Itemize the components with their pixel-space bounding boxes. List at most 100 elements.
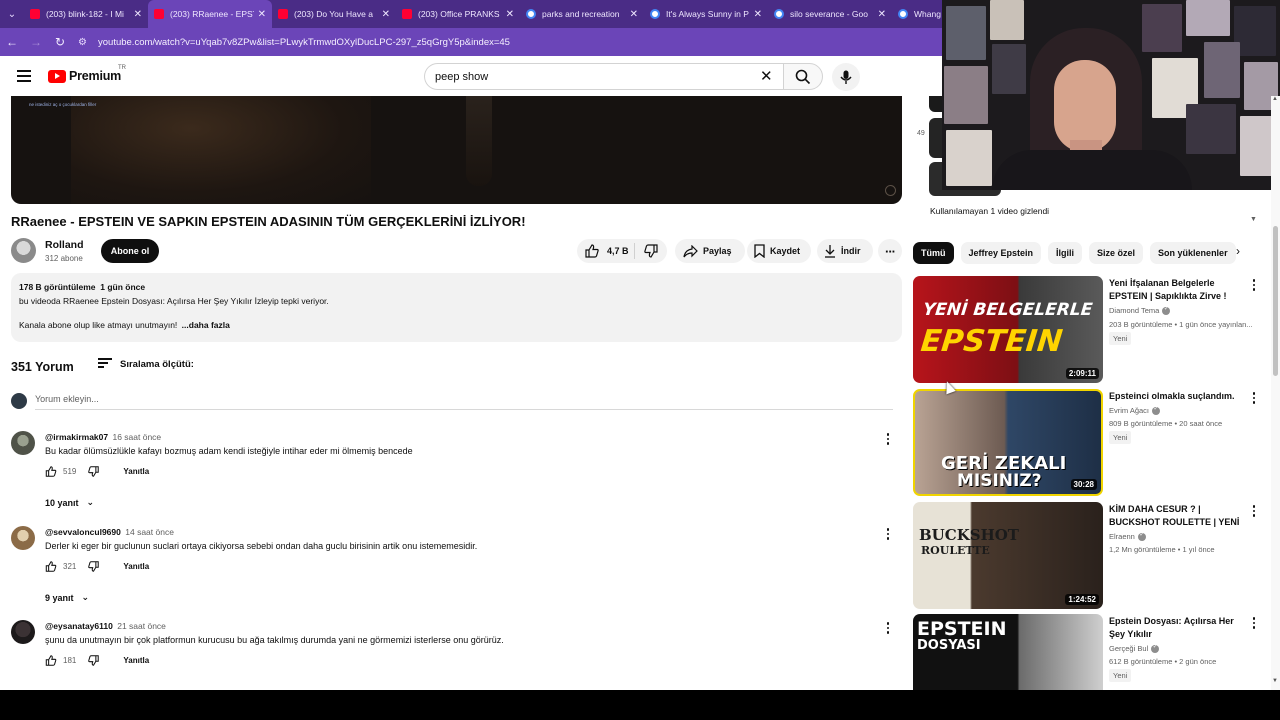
recommended-channel[interactable]: Evrim Ağacı — [1109, 405, 1161, 415]
thumbs-up-icon[interactable] — [45, 466, 57, 477]
video-menu-icon[interactable] — [1251, 617, 1257, 631]
youtube-premium-logo[interactable]: Premium TR — [48, 65, 126, 83]
download-button[interactable]: İndir — [817, 239, 873, 263]
chip-for-you[interactable]: Size özel — [1089, 242, 1144, 264]
site-settings-icon[interactable]: ⚙ — [78, 37, 92, 48]
comment-menu-icon[interactable] — [884, 622, 892, 636]
commenter-avatar[interactable] — [11, 526, 35, 550]
dislike-button[interactable] — [635, 244, 667, 258]
thumbs-down-icon[interactable] — [88, 655, 100, 666]
close-tab-icon[interactable]: ✕ — [258, 9, 266, 20]
chip-recently-uploaded[interactable]: Son yüklenenler — [1150, 242, 1236, 264]
close-tab-icon[interactable]: ✕ — [630, 9, 638, 20]
youtube-favicon-icon — [30, 9, 40, 19]
channel-avatar[interactable] — [11, 238, 36, 263]
clear-search-icon[interactable]: ✕ — [760, 68, 773, 85]
recommended-video[interactable]: BUCKSHOT ROULETTE 1:24:52 KİM DAHA CESUR… — [913, 502, 1265, 609]
wall-poster — [946, 130, 992, 186]
browser-tab[interactable]: silo severance - Goo ✕ — [768, 0, 892, 28]
channel-name[interactable]: Rolland — [45, 239, 84, 251]
search-input[interactable]: peep show — [424, 63, 784, 90]
video-menu-icon[interactable] — [1251, 392, 1257, 406]
more-actions-button[interactable]: ··· — [878, 239, 902, 263]
recommended-channel[interactable]: Diamond Tema — [1109, 305, 1171, 315]
recommended-video[interactable]: GERİ ZEKALI MISINIZ? 30:28 Epsteinci olm… — [913, 389, 1265, 496]
recommended-title[interactable]: Epsteinci olmakla suçlandım. — [1109, 390, 1249, 403]
close-tab-icon[interactable]: ✕ — [754, 9, 762, 20]
browser-tab[interactable]: It's Always Sunny in P ✕ — [644, 0, 768, 28]
reload-icon[interactable]: ↻ — [48, 28, 72, 56]
scroll-up-arrow-icon[interactable]: ▲ — [1272, 96, 1278, 102]
recommended-video[interactable]: EPSTEIN DOSYASI Epstein Dosyası: Açılırs… — [913, 614, 1265, 690]
video-menu-icon[interactable] — [1251, 505, 1257, 519]
thumbs-down-icon[interactable] — [88, 466, 100, 477]
comment-author[interactable]: @eysanatay6110 — [45, 621, 113, 631]
recommended-title[interactable]: Epstein Dosyası: Açılırsa Her Şey Yıkılı… — [1109, 615, 1249, 640]
comment-author[interactable]: @sevvaloncul9690 — [45, 527, 121, 537]
video-duration: 1:24:52 — [1065, 594, 1099, 605]
comment-time[interactable]: 16 saat önce — [112, 432, 161, 442]
browser-tab[interactable]: (203) blink-182 - I Mi ✕ — [24, 0, 148, 28]
browser-tab[interactable]: parks and recreation ✕ — [520, 0, 644, 28]
chip-all[interactable]: Tümü — [913, 242, 954, 264]
thumbs-up-icon[interactable] — [45, 561, 57, 572]
channel-name: Gerçeği Bul — [1109, 644, 1149, 653]
show-more-link[interactable]: ...daha fazla — [182, 320, 230, 330]
close-tab-icon[interactable]: ✕ — [382, 9, 390, 20]
view-replies-button[interactable]: 9 yanıt ⌄ — [45, 592, 89, 603]
close-tab-icon[interactable]: ✕ — [134, 9, 142, 20]
commenter-avatar[interactable] — [11, 620, 35, 644]
scroll-down-icon[interactable]: ▼ — [1250, 216, 1257, 223]
comment-menu-icon[interactable] — [884, 528, 892, 542]
hamburger-menu-icon[interactable] — [17, 70, 31, 82]
scroll-down-arrow-icon[interactable]: ▼ — [1272, 678, 1278, 684]
back-arrow-icon[interactable]: ← — [0, 28, 24, 56]
browser-tab[interactable]: (203) Office PRANKS ✕ — [396, 0, 520, 28]
chevron-right-icon[interactable]: › — [1236, 244, 1240, 258]
reply-button[interactable]: Yanıtla — [123, 467, 149, 476]
recommended-title[interactable]: KİM DAHA CESUR ? | BUCKSHOT ROULETTE | Y… — [1109, 503, 1249, 529]
video-thumbnail[interactable]: BUCKSHOT ROULETTE 1:24:52 — [913, 502, 1103, 609]
comment-menu-icon[interactable] — [884, 433, 892, 447]
reply-button[interactable]: Yanıtla — [123, 656, 149, 665]
comment-item: @sevvaloncul9690 14 saat önce Derler ki … — [11, 526, 901, 606]
recommended-channel[interactable]: Elraenn — [1109, 531, 1146, 541]
subscribe-button[interactable]: Abone ol — [101, 239, 159, 263]
recommended-video[interactable]: YENİ BELGELERLE EPSTEIN 2:09:11 Yeni İfş… — [913, 276, 1265, 383]
add-comment-input[interactable]: Yorum ekleyin... — [35, 394, 893, 410]
channel-watermark-icon[interactable] — [885, 185, 896, 196]
reply-button[interactable]: Yanıtla — [123, 562, 149, 571]
comment-author[interactable]: @irmakirmak07 — [45, 432, 108, 442]
voice-search-button[interactable] — [832, 63, 860, 91]
recommended-channel[interactable]: Gerçeği Bul — [1109, 643, 1160, 653]
video-player[interactable]: ne istediniz aç o çocuklardan filler — [11, 96, 902, 204]
wall-poster — [1142, 4, 1182, 52]
chip-related[interactable]: İlgili — [1048, 242, 1083, 264]
view-replies-button[interactable]: 10 yanıt ⌄ — [45, 497, 94, 508]
share-button[interactable]: Paylaş — [675, 239, 745, 263]
chip-jeffrey-epstein[interactable]: Jeffrey Epstein — [960, 242, 1042, 264]
save-button[interactable]: Kaydet — [747, 239, 811, 263]
like-button[interactable]: 4,7 B — [577, 243, 635, 259]
description-box[interactable]: 178 B görüntüleme 1 gün önce bu videoda … — [11, 273, 902, 342]
sort-comments-button[interactable]: Sıralama ölçütü: — [98, 358, 194, 370]
commenter-avatar[interactable] — [11, 431, 35, 455]
scrollbar-thumb[interactable] — [1273, 226, 1278, 376]
recommended-title[interactable]: Yeni İfşalanan Belgelerle EPSTEIN | Sapı… — [1109, 277, 1249, 302]
video-menu-icon[interactable] — [1251, 279, 1257, 293]
browser-tab-active[interactable]: (203) RRaenee - EPST ✕ — [148, 0, 272, 28]
thumbs-up-icon[interactable] — [45, 655, 57, 666]
video-thumbnail[interactable]: YENİ BELGELERLE EPSTEIN 2:09:11 — [913, 276, 1103, 383]
close-tab-icon[interactable]: ✕ — [878, 9, 886, 20]
close-tab-icon[interactable]: ✕ — [506, 9, 514, 20]
comment-time[interactable]: 21 saat önce — [117, 621, 166, 631]
comment-time[interactable]: 14 saat önce — [125, 527, 174, 537]
search-button[interactable] — [783, 63, 823, 90]
forward-arrow-icon[interactable]: → — [24, 28, 48, 56]
page-scrollbar[interactable]: ▲ ▼ — [1271, 96, 1280, 690]
thumbs-down-icon[interactable] — [88, 561, 100, 572]
browser-tab[interactable]: (203) Do You Have a ✕ — [272, 0, 396, 28]
video-thumbnail[interactable]: GERİ ZEKALI MISINIZ? 30:28 — [913, 389, 1103, 496]
tab-search-chevron-icon[interactable]: ⌄ — [0, 0, 24, 28]
video-thumbnail[interactable]: EPSTEIN DOSYASI — [913, 614, 1103, 690]
